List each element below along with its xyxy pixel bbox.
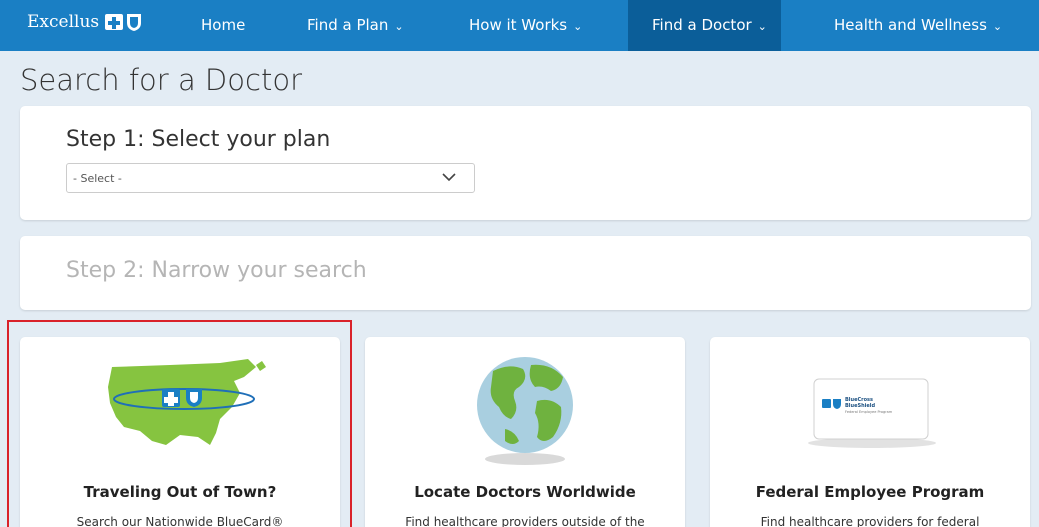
card-title: Locate Doctors Worldwide [414, 483, 636, 501]
step1-card: Step 1: Select your plan - Select - [20, 106, 1031, 220]
chevron-down-icon: ⌄ [757, 20, 767, 33]
nav-health-and-wellness-label: Health and Wellness [834, 16, 987, 34]
step1-title: Step 1: Select your plan [66, 127, 331, 152]
nav-find-a-plan-label: Find a Plan [307, 16, 389, 34]
chevron-down-icon: ⌄ [573, 20, 583, 33]
nav-how-it-works-label: How it Works [469, 16, 568, 34]
nav-home-label: Home [201, 16, 246, 34]
nav-find-a-doctor-label: Find a Doctor [652, 16, 752, 34]
nav-find-a-doctor[interactable]: Find a Doctor ⌄ [628, 0, 781, 51]
card-description: Find healthcare providers for federal [760, 515, 980, 527]
step2-card[interactable]: Step 2: Narrow your search [20, 236, 1031, 310]
nav-health-and-wellness[interactable]: Health and Wellness ⌄ [834, 0, 1002, 51]
nav-home[interactable]: Home [201, 0, 245, 51]
nav-find-a-plan[interactable]: Find a Plan ⌄ [307, 0, 404, 51]
plan-select-value: - Select - [73, 172, 122, 185]
card-title: Federal Employee Program [755, 483, 985, 501]
chevron-down-icon: ⌄ [394, 20, 404, 33]
plan-select[interactable]: - Select - [66, 163, 475, 193]
top-nav: Excellus Home Find a Plan ⌄ How it Works ⌄… [0, 0, 1039, 51]
locate-doctors-worldwide-card[interactable]: Locate Doctors Worldwide Find healthcare… [365, 337, 685, 527]
federal-employee-program-card[interactable]: BlueCross BlueShield Federal Employee Pr… [710, 337, 1030, 527]
globe-icon [477, 357, 573, 465]
fep-card-line2: BlueShield [845, 403, 875, 409]
logo-text: Excellus [27, 12, 100, 32]
excellus-logo[interactable]: Excellus [27, 12, 142, 32]
chevron-down-icon [442, 173, 456, 182]
fep-card-line3: Federal Employee Program [845, 410, 893, 414]
step2-title: Step 2: Narrow your search [66, 258, 367, 283]
page-title: Search for a Doctor [20, 63, 302, 97]
chevron-down-icon: ⌄ [992, 20, 1003, 33]
bcbs-logo-icon [104, 13, 142, 31]
highlight-box [7, 320, 352, 527]
nav-how-it-works[interactable]: How it Works ⌄ [469, 0, 582, 51]
card-description: Find healthcare providers outside of the [405, 515, 645, 527]
fep-card-icon: BlueCross BlueShield Federal Employee Pr… [808, 378, 936, 448]
